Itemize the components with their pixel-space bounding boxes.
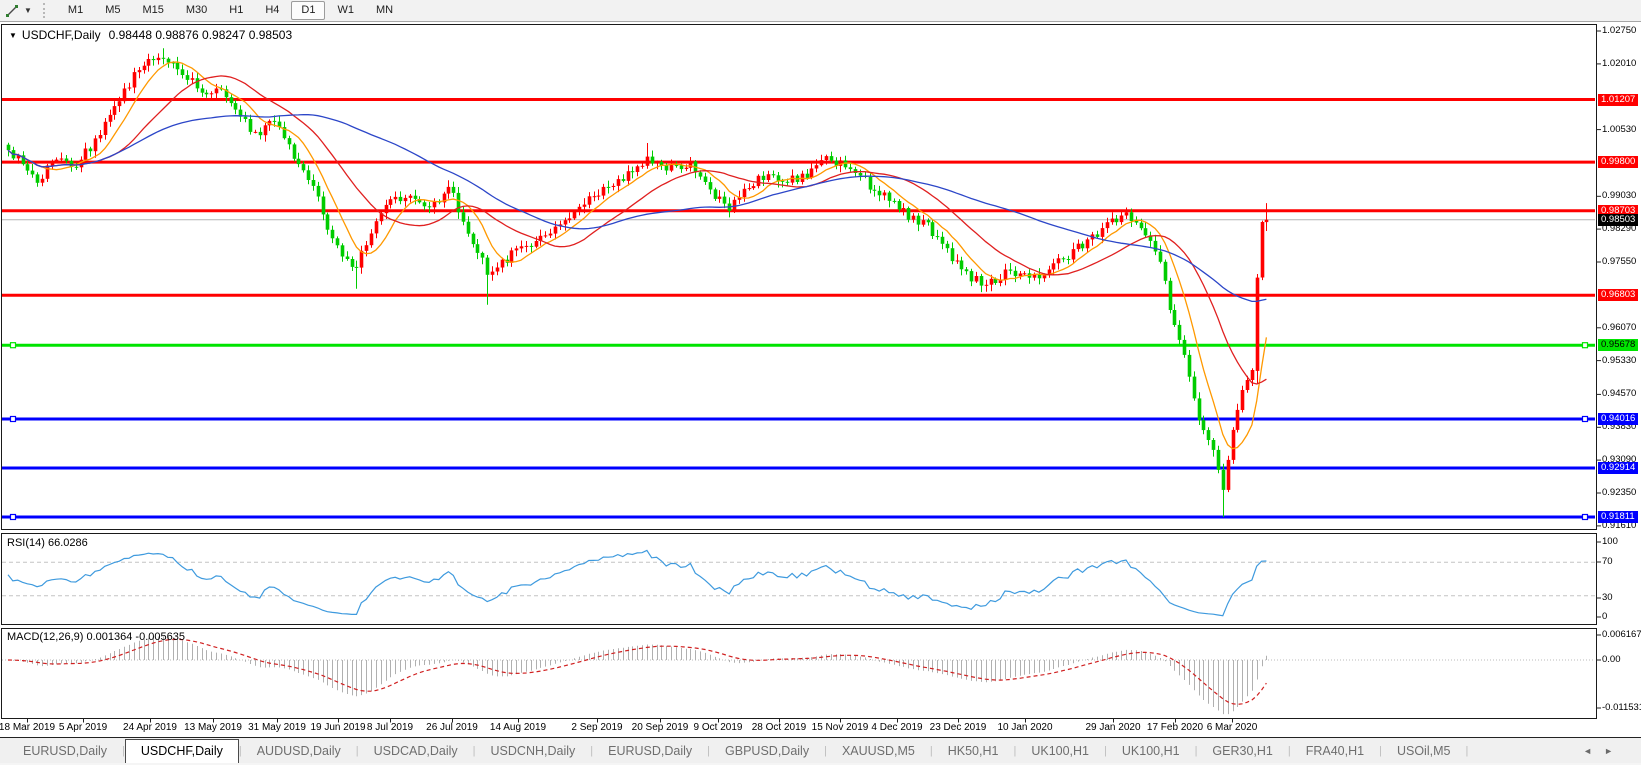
price-level-tag: 1.01207: [1598, 94, 1638, 106]
timeframe-toolbar: ▼ M1M5M15M30H1H4D1W1MN: [0, 0, 1641, 22]
chart-tab-eurusd-daily[interactable]: EURUSD,Daily: [593, 741, 707, 763]
timeframe-button-m5[interactable]: M5: [95, 1, 130, 20]
rsi-axis-tick: 100: [1602, 537, 1618, 547]
timeframe-buttons: M1M5M15M30H1H4D1W1MN: [57, 1, 404, 20]
price-level-tag: 0.99800: [1598, 156, 1638, 168]
date-axis-tick: 6 Mar 2020: [1192, 722, 1272, 733]
chart-tab-audusd-daily[interactable]: AUDUSD,Daily: [242, 741, 356, 763]
chart-tab-fra40-h1[interactable]: FRA40,H1: [1291, 741, 1379, 763]
price-level-tag: 0.94016: [1598, 413, 1638, 425]
price-chart-svg[interactable]: [0, 0, 1641, 765]
chart-tab-hk50-h1[interactable]: HK50,H1: [933, 741, 1014, 763]
timeframe-button-m15[interactable]: M15: [132, 1, 173, 20]
dropdown-caret-icon[interactable]: ▼: [24, 6, 32, 15]
rsi-indicator-label: RSI(14) 66.0286: [7, 537, 88, 549]
timeframe-button-h4[interactable]: H4: [255, 1, 289, 20]
price-axis-tick: 0.99030: [1602, 191, 1636, 201]
rsi-pane[interactable]: [2, 550, 1595, 615]
chart-tab-xauusd-m5[interactable]: XAUUSD,M5: [827, 741, 930, 763]
price-level-tag: 0.95678: [1598, 339, 1638, 351]
pane-borders: [2, 25, 1597, 719]
chart-tab-usdcad-daily[interactable]: USDCAD,Daily: [359, 741, 473, 763]
timeframe-button-m30[interactable]: M30: [176, 1, 217, 20]
chart-tab-uk100-h1[interactable]: UK100,H1: [1016, 741, 1104, 763]
axis-tick-marks: [28, 31, 1602, 723]
current-price-tag: 0.98503: [1598, 214, 1638, 226]
collapse-triangle-icon[interactable]: ▼: [9, 31, 17, 40]
chart-tab-usdchf-daily[interactable]: USDCHF,Daily: [125, 739, 239, 764]
macd-axis-tick: -0.011531: [1602, 703, 1641, 713]
trendline-tool-icon: [5, 4, 20, 18]
support-resistance-lines[interactable]: [2, 100, 1595, 520]
chart-tab-usoil-m5[interactable]: USOil,M5: [1382, 741, 1465, 763]
price-axis-tick: 1.02010: [1602, 59, 1636, 69]
price-level-tag: 0.96803: [1598, 289, 1638, 301]
macd-pane[interactable]: [2, 636, 1595, 714]
timeframe-button-h1[interactable]: H1: [219, 1, 253, 20]
timeframe-button-mn[interactable]: MN: [366, 1, 403, 20]
tab-separator: |: [1465, 745, 1468, 763]
date-axis-tick: 10 Jan 2020: [985, 722, 1065, 733]
price-axis-tick: 0.95330: [1602, 356, 1636, 366]
chart-tab-ger30-h1[interactable]: GER30,H1: [1197, 741, 1287, 763]
rsi-axis-tick: 0: [1602, 612, 1607, 622]
price-axis-tick: 0.97550: [1602, 257, 1636, 267]
timeframe-button-w1[interactable]: W1: [327, 1, 364, 20]
trading-platform-window: ▼ M1M5M15M30H1H4D1W1MN ▼ USDCHF,Daily 0.98…: [0, 0, 1641, 765]
price-axis-tick: 1.00530: [1602, 125, 1636, 135]
macd-axis-tick: 0.006167: [1602, 630, 1641, 640]
chart-tab-uk100-h1[interactable]: UK100,H1: [1107, 741, 1195, 763]
price-axis-tick: 0.92350: [1602, 488, 1636, 498]
date-axis-tick: 14 Aug 2019: [478, 722, 558, 733]
price-level-tag: 0.91811: [1598, 511, 1638, 523]
tab-scroll-arrows[interactable]: ◄►: [1583, 746, 1625, 763]
chart-symbol-label: USDCHF,Daily: [22, 28, 101, 42]
chart-title: ▼ USDCHF,Daily 0.98448 0.98876 0.98247 0.9…: [9, 28, 292, 42]
candlestick-series[interactable]: [7, 48, 1269, 517]
price-axis-tick: 1.02750: [1602, 26, 1636, 36]
price-level-tag: 0.92914: [1598, 462, 1638, 474]
chart-ohlc-values: 0.98448 0.98876 0.98247 0.98503: [109, 28, 293, 42]
chart-tab-gbpusd-daily[interactable]: GBPUSD,Daily: [710, 741, 824, 763]
rsi-axis-tick: 30: [1602, 593, 1613, 603]
timeframe-button-m1[interactable]: M1: [58, 1, 93, 20]
rsi-axis-tick: 70: [1602, 557, 1613, 567]
price-axis-tick: 0.94570: [1602, 389, 1636, 399]
toolbar-grip-handle[interactable]: [43, 3, 48, 18]
timeframe-button-d1[interactable]: D1: [291, 1, 325, 20]
chart-tab-bar: EURUSD,Daily|USDCHF,Daily|AUDUSD,Daily|U…: [0, 738, 1641, 763]
chart-tab-usdcnh-daily[interactable]: USDCNH,Daily: [476, 741, 591, 763]
price-axis-tick: 0.96070: [1602, 323, 1636, 333]
macd-axis-tick: 0.00: [1602, 655, 1621, 665]
moving-average-lines: [8, 62, 1266, 449]
macd-indicator-label: MACD(12,26,9) 0.001364 -0.005635: [7, 631, 185, 643]
chart-tab-eurusd-daily[interactable]: EURUSD,Daily: [8, 741, 122, 763]
trendline-tool-button[interactable]: ▼: [0, 3, 36, 19]
